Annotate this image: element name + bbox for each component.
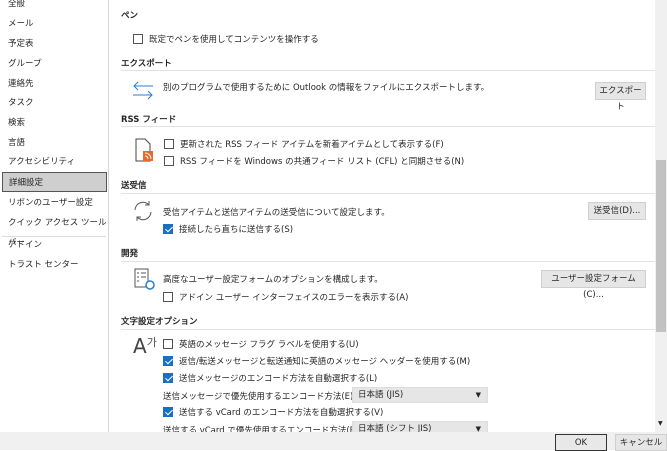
sidebar-item-language[interactable]: 言語 [2,133,107,153]
send-receive-description: 受信アイテムと送信アイテムの送受信について設定します。 [163,208,390,218]
checkbox-label: 返信/転送メッセージと転送通知に英語のメッセージ ヘッダーを使用する(M) [179,357,471,367]
auto-vcard-encoding-option[interactable]: 送信する vCard のエンコード方法を自動選択する(V) [163,406,383,418]
checkbox-checked[interactable] [163,356,173,366]
sidebar-item-groups[interactable]: グループ [2,54,107,74]
rss-feed-icon [135,138,153,162]
scroll-down-arrow-icon[interactable]: ▼ [658,420,663,427]
vcard-encoding-select[interactable]: 日本語 (シフト JIS) ▼ [352,421,488,432]
checkbox[interactable] [164,156,174,166]
custom-forms-description: 高度なユーザー設定フォームのオプションを構成します。 [163,275,383,285]
divider [121,261,655,262]
scrollbar-thumb[interactable] [656,160,666,332]
options-sidebar: 全般 メール 予定表 グループ 連絡先 タスク 検索 言語 アクセシビリティ 詳… [0,0,109,432]
english-flag-labels-option[interactable]: 英語のメッセージ フラグ ラベルを使用する(U) [163,338,359,350]
export-button[interactable]: エクスポート [595,82,646,112]
sidebar-item-calendar[interactable]: 予定表 [2,34,107,54]
sync-icon [134,201,152,221]
section-heading-rss: RSS フィード [121,115,177,125]
dialog-footer: OK キャンセル [0,432,667,451]
section-heading-international: 文字設定オプション [121,317,198,327]
vertical-scrollbar[interactable]: ▼ [655,0,667,432]
select-value: 日本語 (シフト JIS) [358,424,432,432]
rss-option-show-updated[interactable]: 更新された RSS フィード アイテムを新着アイテムとして表示する(F) [164,138,444,150]
send-receive-button[interactable]: 送受信(D)... [588,202,646,220]
advanced-settings-panel: ペン 既定でペンを使用してコンテンツを操作する エクスポート 別のプログラムで使… [110,0,655,432]
checkbox-label: 接続したら直ちに送信する(S) [179,225,294,235]
dropdown-arrow-icon: ▼ [475,391,481,399]
sidebar-item-search[interactable]: 検索 [2,113,107,133]
checkbox[interactable] [133,34,143,44]
checkbox-label: 更新された RSS フィード アイテムを新着アイテムとして表示する(F) [180,140,444,150]
section-heading-developers: 開発 [121,249,139,259]
checkbox-label: RSS フィードを Windows の共通フィード リスト (CFL) と同期さ… [180,157,465,167]
sidebar-item-mail[interactable]: メール [2,14,107,34]
checkbox[interactable] [163,292,173,302]
section-heading-send-receive: 送受信 [121,181,147,191]
export-arrows-icon [133,81,153,100]
divider [121,126,655,127]
encoding-label: 送信メッセージで優先使用するエンコード方法(E): [163,392,357,402]
pen-option[interactable]: 既定でペンを使用してコンテンツを操作する [133,33,319,45]
vcard-encoding-label: 送信する vCard で優先使用するエンコード方法(R): [163,426,362,432]
checkbox-checked[interactable] [163,224,173,234]
sidebar-item-general[interactable]: 全般 [2,0,107,14]
section-heading-pen: ペン [121,11,139,21]
select-value: 日本語 (JIS) [358,390,404,400]
checkbox-label: 既定でペンを使用してコンテンツを操作する [149,35,319,45]
sidebar-item-trust-center[interactable]: トラスト センター [2,255,107,275]
send-immediately-option[interactable]: 接続したら直ちに送信する(S) [163,223,293,235]
sidebar-item-customize-ribbon[interactable]: リボンのユーザー設定 [2,193,107,213]
checkbox-checked[interactable] [163,373,173,383]
checkbox-label: 送信メッセージのエンコード方法を自動選択する(L) [179,374,378,384]
encoding-select[interactable]: 日本語 (JIS) ▼ [352,387,488,403]
international-a-icon: A가 [133,334,157,358]
custom-forms-button[interactable]: ユーザー設定フォーム(C)... [541,270,646,300]
ok-button[interactable]: OK [555,434,607,451]
english-headers-option[interactable]: 返信/転送メッセージと転送通知に英語のメッセージ ヘッダーを使用する(M) [163,355,470,367]
divider [121,193,655,194]
checkbox[interactable] [163,339,173,349]
divider [121,329,655,330]
section-heading-export: エクスポート [121,59,172,69]
sidebar-item-accessibility[interactable]: アクセシビリティ [2,152,107,172]
dropdown-arrow-icon: ▼ [475,425,481,432]
rss-option-sync-cfl[interactable]: RSS フィードを Windows の共通フィード リスト (CFL) と同期さ… [164,155,464,167]
show-addin-errors-option[interactable]: アドイン ユーザー インターフェイスのエラーを表示する(A) [163,291,408,303]
custom-forms-icon [134,268,155,290]
export-description: 別のプログラムで使用するために Outlook の情報をファイルにエクスポートし… [163,83,490,93]
sidebar-item-addins[interactable]: アドイン [2,235,107,255]
sidebar-item-tasks[interactable]: タスク [2,93,107,113]
cancel-button[interactable]: キャンセル [615,434,667,451]
sidebar-item-contacts[interactable]: 連絡先 [2,74,107,94]
checkbox-label: 英語のメッセージ フラグ ラベルを使用する(U) [179,340,359,350]
checkbox[interactable] [164,139,174,149]
auto-encoding-option[interactable]: 送信メッセージのエンコード方法を自動選択する(L) [163,372,377,384]
checkbox-checked[interactable] [163,407,173,417]
checkbox-label: 送信する vCard のエンコード方法を自動選択する(V) [179,408,384,418]
sidebar-item-quick-access-toolbar[interactable]: クイック アクセス ツール バー [2,213,107,248]
checkbox-label: アドイン ユーザー インターフェイスのエラーを表示する(A) [179,293,409,303]
sidebar-item-advanced[interactable]: 詳細設定 [2,172,107,192]
divider [121,70,655,71]
